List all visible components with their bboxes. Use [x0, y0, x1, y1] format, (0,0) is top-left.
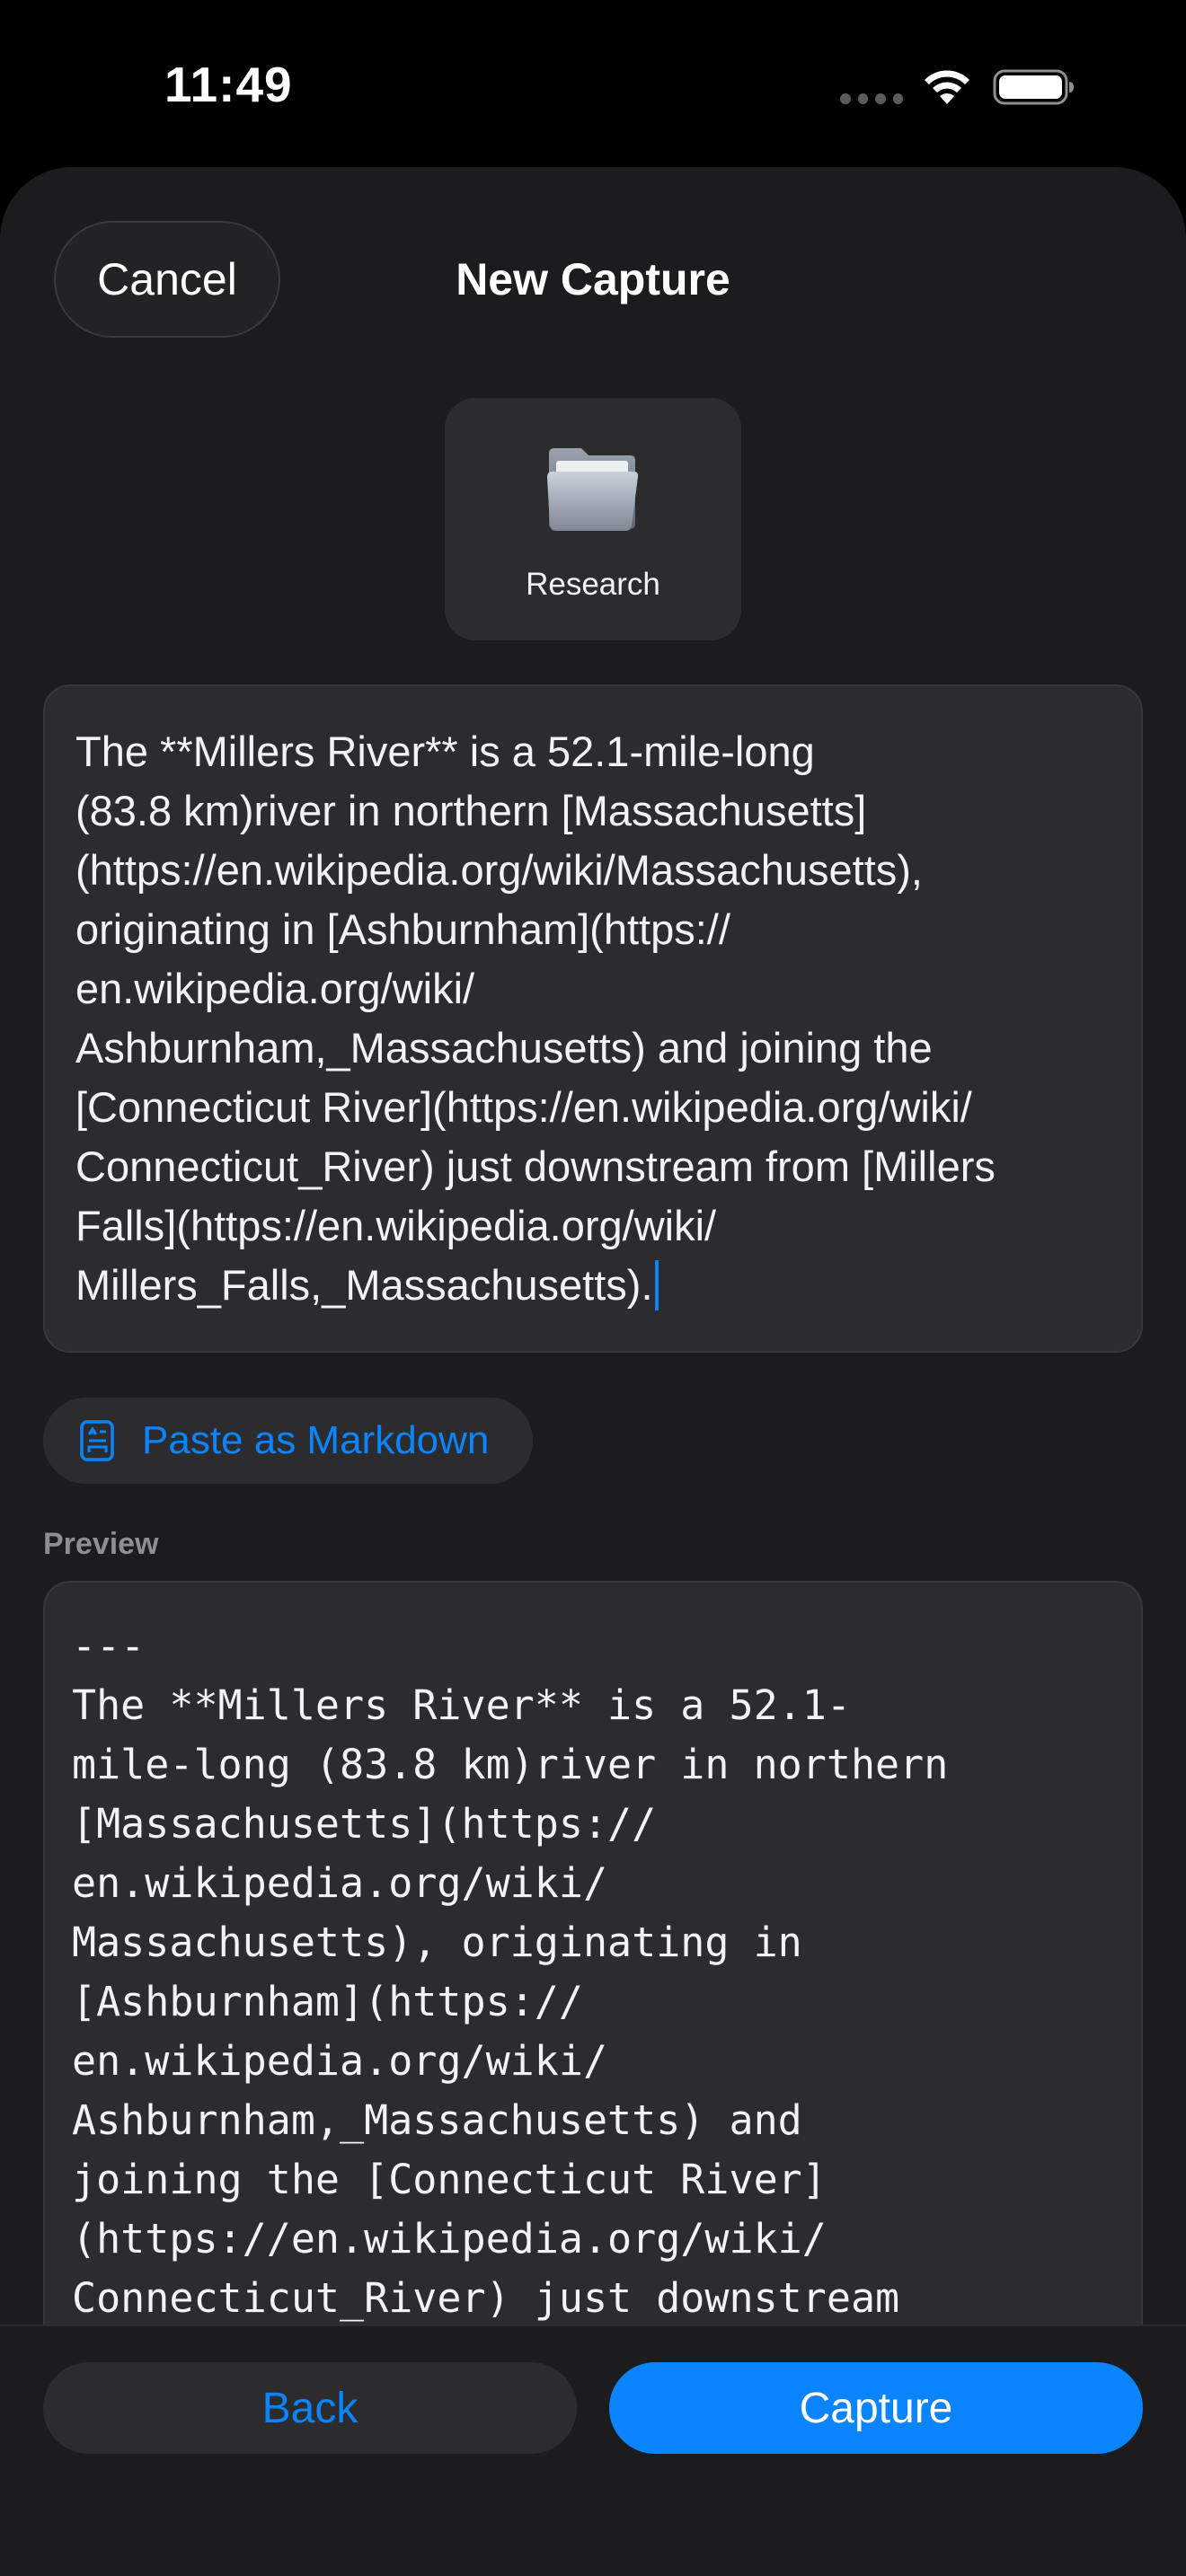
paste-as-markdown-label: Paste as Markdown — [142, 1418, 490, 1462]
paste-as-markdown-button[interactable]: Paste as Markdown — [43, 1398, 533, 1484]
folder-label: Research — [526, 567, 660, 602]
text-caret — [654, 1260, 659, 1310]
folder-picker[interactable]: Research — [445, 398, 741, 640]
markdown-document-icon — [80, 1420, 114, 1461]
wifi-icon — [925, 70, 969, 104]
preview-panel[interactable]: --- The **Millers River** is a 52.1- mil… — [43, 1581, 1143, 2389]
capture-text-editor[interactable]: The **Millers River** is a 52.1-mile-lon… — [43, 684, 1143, 1353]
editor-text[interactable]: The **Millers River** is a 52.1-mile-lon… — [75, 728, 996, 1309]
capture-button[interactable]: Capture — [609, 2362, 1143, 2454]
back-button[interactable]: Back — [43, 2362, 577, 2454]
folder-icon — [547, 448, 639, 531]
status-bar: 11:49 — [0, 0, 1186, 167]
capture-sheet: Cancel New Capture Research The **Miller… — [0, 167, 1186, 2576]
preview-text: --- The **Millers River** is a 52.1- mil… — [72, 1622, 949, 2322]
signal-dots-icon — [840, 93, 903, 104]
cancel-button[interactable]: Cancel — [54, 221, 280, 338]
battery-icon — [993, 69, 1074, 105]
bottom-action-bar: Back Capture — [0, 2325, 1186, 2576]
page-title: New Capture — [456, 254, 730, 304]
status-time: 11:49 — [164, 57, 293, 112]
preview-heading: Preview — [43, 1527, 159, 1561]
